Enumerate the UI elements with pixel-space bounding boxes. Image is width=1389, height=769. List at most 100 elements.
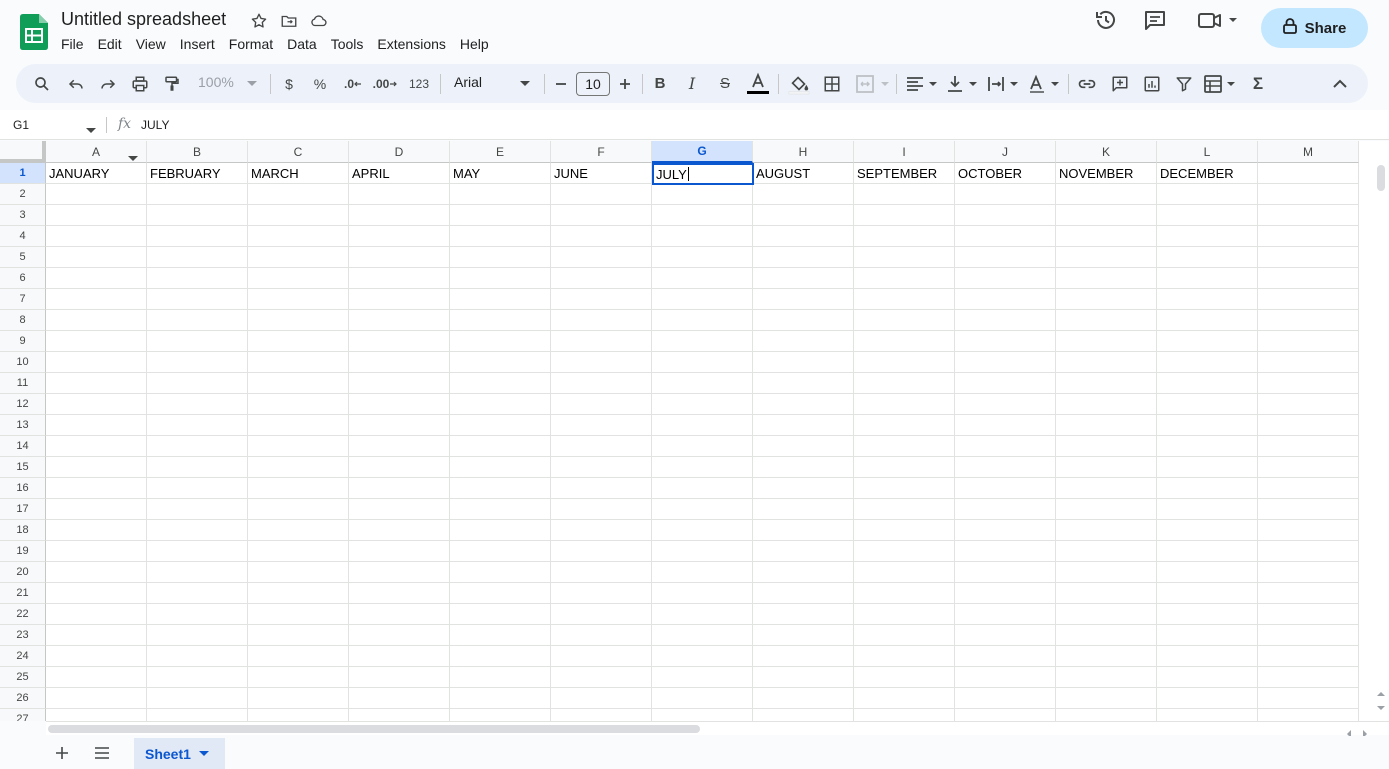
borders-icon[interactable] [822,64,842,103]
cell-i25[interactable] [854,667,955,688]
cell-j9[interactable] [955,331,1056,352]
share-button[interactable]: Share [1261,8,1368,48]
cell-i10[interactable] [854,352,955,373]
cell-i17[interactable] [854,499,955,520]
cell-i16[interactable] [854,478,955,499]
cell-m25[interactable] [1258,667,1359,688]
menu-insert[interactable]: Insert [173,35,222,53]
move-folder-icon[interactable] [278,11,300,31]
cell-c6[interactable] [248,268,349,289]
cloud-status-icon[interactable] [308,11,330,31]
cell-a23[interactable] [46,625,147,646]
redo-icon[interactable] [98,64,118,103]
cell-a11[interactable] [46,373,147,394]
column-header-g[interactable]: G [652,141,753,163]
row-header-9[interactable]: 9 [0,331,46,352]
cell-d27[interactable] [349,709,450,721]
cell-j12[interactable] [955,394,1056,415]
cell-g14[interactable] [652,436,753,457]
cell-f14[interactable] [551,436,652,457]
cell-g6[interactable] [652,268,753,289]
meet-video-icon[interactable] [1196,6,1240,34]
cell-d12[interactable] [349,394,450,415]
cell-d16[interactable] [349,478,450,499]
cell-i27[interactable] [854,709,955,721]
search-menus-icon[interactable] [32,64,52,103]
cell-e9[interactable] [450,331,551,352]
cell-f7[interactable] [551,289,652,310]
cell-h20[interactable] [753,562,854,583]
cell-i18[interactable] [854,520,955,541]
cell-k2[interactable] [1056,184,1157,205]
cell-k26[interactable] [1056,688,1157,709]
row-header-10[interactable]: 10 [0,352,46,373]
cell-b26[interactable] [147,688,248,709]
cell-a19[interactable] [46,541,147,562]
cell-d9[interactable] [349,331,450,352]
cell-c2[interactable] [248,184,349,205]
cell-k23[interactable] [1056,625,1157,646]
cell-k7[interactable] [1056,289,1157,310]
cell-m4[interactable] [1258,226,1359,247]
cell-j3[interactable] [955,205,1056,226]
cell-f20[interactable] [551,562,652,583]
cell-g8[interactable] [652,310,753,331]
zoom-dropdown-icon[interactable] [246,64,258,103]
cell-c23[interactable] [248,625,349,646]
cell-i1[interactable]: SEPTEMBER [854,163,955,184]
cell-m27[interactable] [1258,709,1359,721]
increase-font-size-button[interactable] [618,64,632,103]
paint-format-icon[interactable] [162,64,182,103]
cell-f9[interactable] [551,331,652,352]
cell-h13[interactable] [753,415,854,436]
menu-format[interactable]: Format [222,35,280,53]
cell-c3[interactable] [248,205,349,226]
cell-j27[interactable] [955,709,1056,721]
cell-h9[interactable] [753,331,854,352]
cell-k14[interactable] [1056,436,1157,457]
cell-l22[interactable] [1157,604,1258,625]
zoom-select[interactable]: 100% [198,74,234,90]
cell-m8[interactable] [1258,310,1359,331]
all-sheets-button[interactable] [90,742,114,764]
cell-m11[interactable] [1258,373,1359,394]
cell-h5[interactable] [753,247,854,268]
cell-k15[interactable] [1056,457,1157,478]
formula-input[interactable]: JULY [141,118,169,132]
menu-tools[interactable]: Tools [324,35,371,53]
cell-d21[interactable] [349,583,450,604]
cell-h1[interactable]: AUGUST [753,163,854,184]
cell-f25[interactable] [551,667,652,688]
cell-f11[interactable] [551,373,652,394]
cell-g13[interactable] [652,415,753,436]
cell-m13[interactable] [1258,415,1359,436]
cell-j4[interactable] [955,226,1056,247]
cell-i7[interactable] [854,289,955,310]
filter-icon[interactable] [1174,64,1194,103]
cell-b14[interactable] [147,436,248,457]
cell-j14[interactable] [955,436,1056,457]
cell-h14[interactable] [753,436,854,457]
cell-h22[interactable] [753,604,854,625]
cell-k22[interactable] [1056,604,1157,625]
cell-a25[interactable] [46,667,147,688]
cell-g7[interactable] [652,289,753,310]
functions-icon[interactable]: Σ [1249,64,1267,103]
cell-j5[interactable] [955,247,1056,268]
cell-k1[interactable]: NOVEMBER [1056,163,1157,184]
cell-j10[interactable] [955,352,1056,373]
cell-j23[interactable] [955,625,1056,646]
cell-d22[interactable] [349,604,450,625]
cell-h16[interactable] [753,478,854,499]
horizontal-scroll-thumb[interactable] [48,725,700,733]
font-dropdown-icon[interactable] [519,64,531,103]
cell-c11[interactable] [248,373,349,394]
cell-h27[interactable] [753,709,854,721]
cell-a12[interactable] [46,394,147,415]
cell-a13[interactable] [46,415,147,436]
cell-e12[interactable] [450,394,551,415]
cell-d15[interactable] [349,457,450,478]
cell-a21[interactable] [46,583,147,604]
cell-k11[interactable] [1056,373,1157,394]
cell-e2[interactable] [450,184,551,205]
